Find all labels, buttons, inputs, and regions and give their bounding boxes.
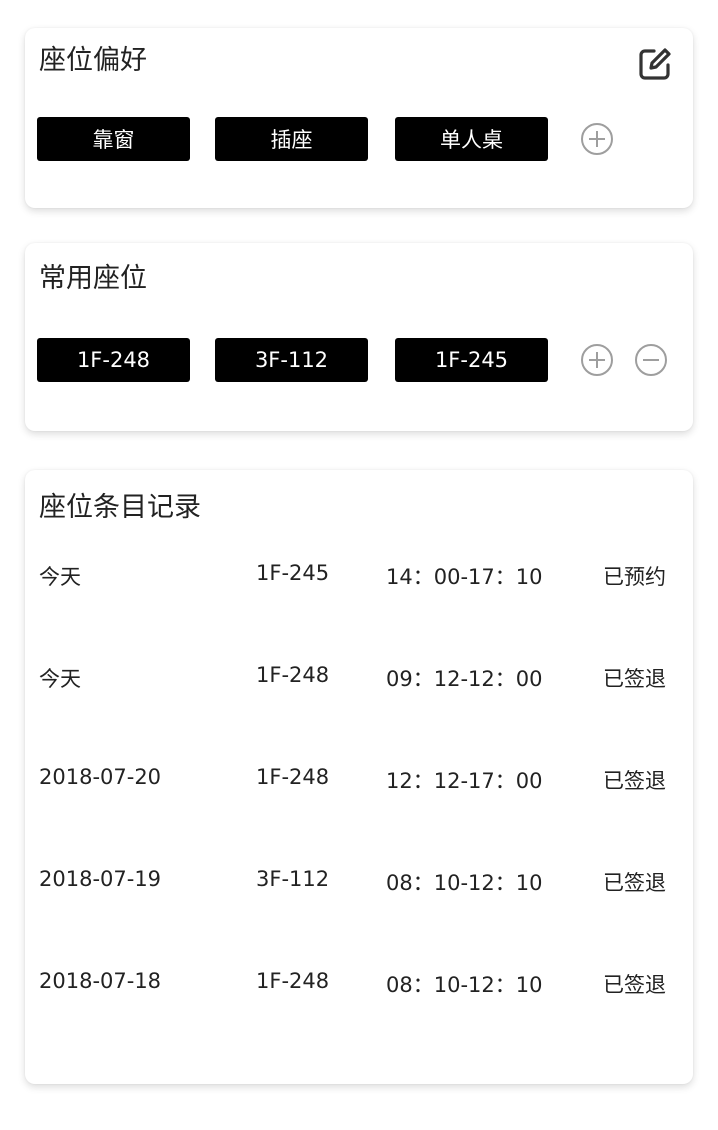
record-date: 2018-07-19 — [39, 867, 162, 891]
record-status: 已签退 — [603, 871, 666, 895]
record-date: 2018-07-20 — [39, 765, 162, 789]
seat-records-card: 座位条目记录 今天 1F-245 14：00-17：10 已预约 今天 1F-2… — [25, 470, 693, 1084]
plus-circle-icon — [581, 344, 613, 376]
record-date: 2018-07-18 — [39, 969, 162, 993]
seat-records-title: 座位条目记录 — [39, 492, 201, 523]
minus-circle-icon — [635, 344, 667, 376]
record-seat: 1F-245 — [256, 561, 330, 585]
frequent-seat-1f-245[interactable]: 1F-245 — [395, 338, 548, 382]
record-time: 08：10-12：10 — [386, 871, 543, 895]
remove-frequent-seat-button[interactable] — [634, 343, 668, 377]
plus-circle-icon — [581, 123, 613, 155]
preference-tag-socket[interactable]: 插座 — [215, 117, 368, 161]
record-time: 14：00-17：10 — [386, 565, 543, 589]
seat-preference-title: 座位偏好 — [39, 45, 147, 76]
frequent-seats-card: 常用座位 1F-248 3F-112 1F-245 — [25, 243, 693, 431]
record-row[interactable]: 2018-07-20 1F-248 12：12-17：00 已签退 — [25, 765, 693, 795]
record-status: 已签退 — [603, 973, 666, 997]
edit-preferences-button[interactable] — [637, 46, 673, 82]
record-status: 已签退 — [603, 769, 666, 793]
record-seat: 1F-248 — [256, 663, 330, 687]
record-row[interactable]: 2018-07-18 1F-248 08：10-12：10 已签退 — [25, 969, 693, 999]
record-time: 12：12-17：00 — [386, 769, 543, 793]
record-row[interactable]: 2018-07-19 3F-112 08：10-12：10 已签退 — [25, 867, 693, 897]
record-seat: 1F-248 — [256, 969, 330, 993]
record-status: 已预约 — [603, 565, 666, 589]
edit-icon — [639, 48, 671, 80]
record-status: 已签退 — [603, 667, 666, 691]
frequent-seat-1f-248[interactable]: 1F-248 — [37, 338, 190, 382]
seat-preference-card: 座位偏好 靠窗 插座 单人桌 — [25, 28, 693, 208]
record-time: 09：12-12：00 — [386, 667, 543, 691]
seat-page: 座位偏好 靠窗 插座 单人桌 常用座位 1F-248 3F-112 1F-245 — [0, 0, 718, 1130]
frequent-seat-3f-112[interactable]: 3F-112 — [215, 338, 368, 382]
add-preference-button[interactable] — [580, 122, 614, 156]
add-frequent-seat-button[interactable] — [580, 343, 614, 377]
record-row[interactable]: 今天 1F-245 14：00-17：10 已预约 — [25, 561, 693, 591]
record-row[interactable]: 今天 1F-248 09：12-12：00 已签退 — [25, 663, 693, 693]
preference-tag-single-desk[interactable]: 单人桌 — [395, 117, 548, 161]
frequent-seats-title: 常用座位 — [39, 263, 147, 294]
record-time: 08：10-12：10 — [386, 973, 543, 997]
record-seat: 1F-248 — [256, 765, 330, 789]
record-date: 今天 — [39, 565, 81, 589]
record-seat: 3F-112 — [256, 867, 330, 891]
preference-tag-window[interactable]: 靠窗 — [37, 117, 190, 161]
record-date: 今天 — [39, 667, 81, 691]
